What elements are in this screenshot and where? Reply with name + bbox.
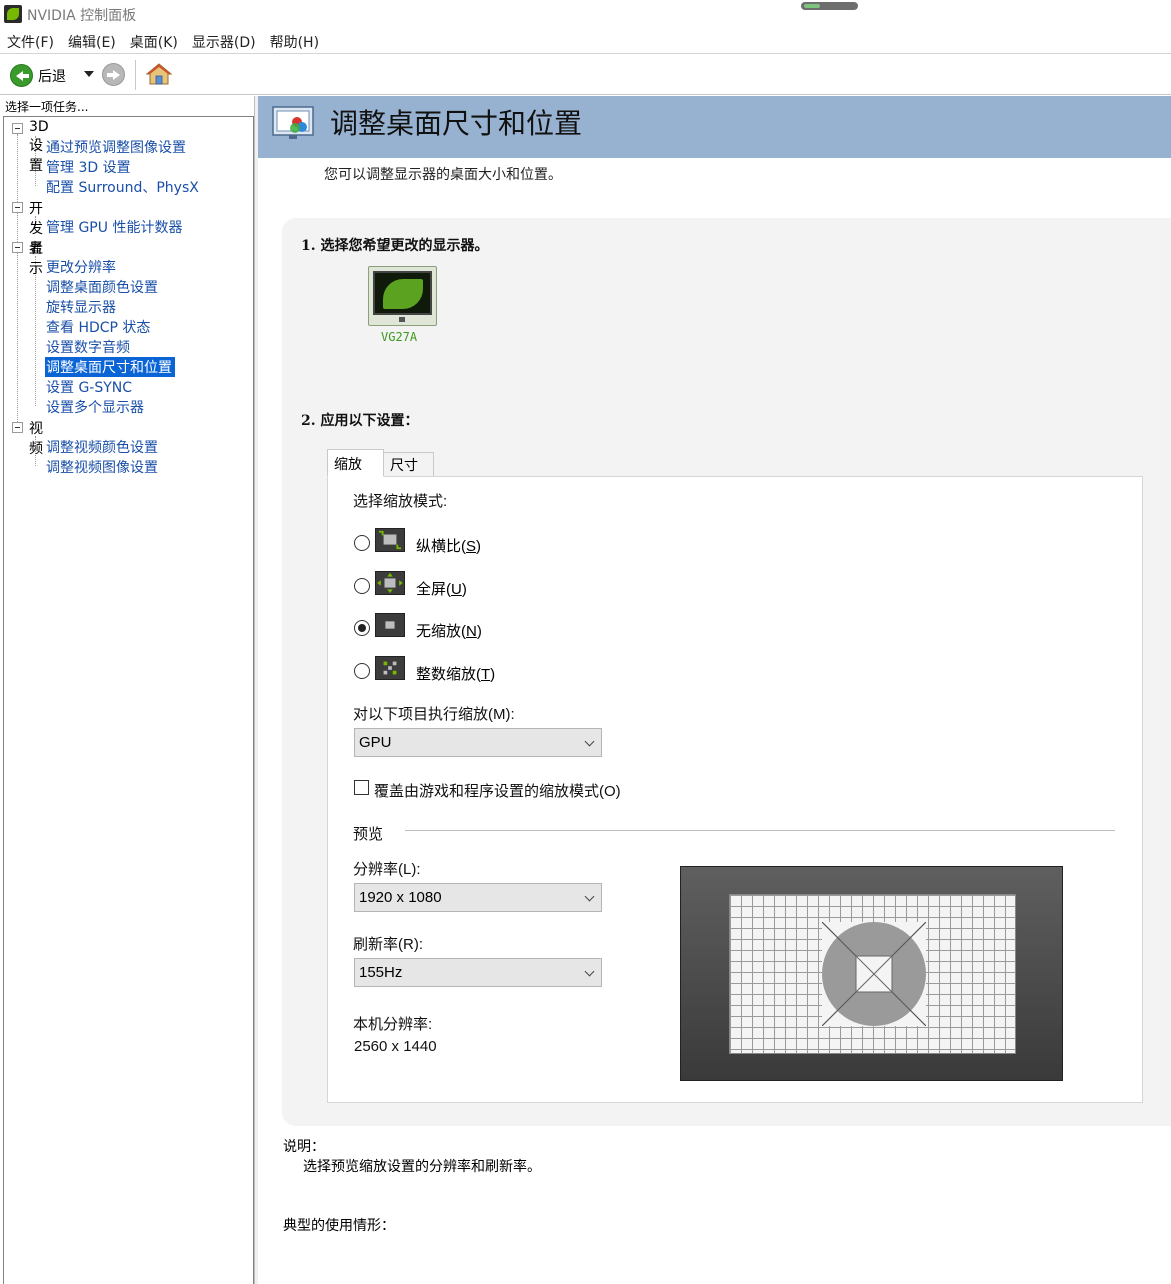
preview-test-circle <box>822 922 926 1026</box>
menu-file[interactable]: 文件(F) <box>7 32 54 52</box>
back-label: 后退 <box>38 68 66 85</box>
radio-aspect-ratio[interactable]: 纵横比(S) <box>353 528 513 558</box>
radio-aspect-ratio-button[interactable] <box>354 535 370 551</box>
task-adjust-image-preview[interactable]: 通过预览调整图像设置 <box>46 137 186 157</box>
task-manage-3d-settings[interactable]: 管理 3D 设置 <box>46 157 131 177</box>
radio-no-scaling-label: 无缩放(N) <box>416 623 482 640</box>
chevron-down-icon <box>584 736 595 747</box>
typical-usage-title: 典型的使用情形： <box>283 1218 395 1234</box>
monitor-name: VG27A <box>381 330 418 344</box>
window-title: NVIDIA 控制面板 <box>27 8 137 24</box>
display-selector-vg27a[interactable] <box>368 266 437 326</box>
toolbar-separator <box>135 60 136 90</box>
refresh-rate-label: 刷新率(R): <box>353 936 423 953</box>
task-manage-gpu-counters[interactable]: 管理 GPU 性能计数器 <box>46 217 182 237</box>
chevron-down-icon <box>584 891 595 902</box>
monitor-stand <box>399 317 405 322</box>
task-setup-gsync[interactable]: 设置 G-SYNC <box>46 377 132 397</box>
expander-video[interactable] <box>12 422 23 433</box>
override-scaling-checkbox[interactable] <box>354 780 369 795</box>
expander-developer[interactable] <box>12 202 23 213</box>
radio-aspect-ratio-label: 纵横比(S) <box>416 538 482 555</box>
scaling-preview <box>680 866 1063 1081</box>
expander-3d-settings[interactable] <box>12 123 23 134</box>
perform-scaling-value: GPU <box>359 734 392 751</box>
scaling-mode-label: 选择缩放模式: <box>353 493 448 510</box>
chevron-down-icon <box>584 966 595 977</box>
forward-button[interactable] <box>102 63 125 86</box>
perform-scaling-select[interactable]: GPU <box>354 728 602 757</box>
preview-section-label: 预览 <box>353 826 384 843</box>
aspect-ratio-icon <box>375 528 405 552</box>
step2-label: 2. 应用以下设置： <box>301 413 419 429</box>
menu-help[interactable]: 帮助(H) <box>270 32 319 52</box>
radio-fullscreen[interactable]: 全屏(U) <box>353 571 513 601</box>
task-digital-audio[interactable]: 设置数字音频 <box>46 337 130 357</box>
radio-no-scaling[interactable]: 无缩放(N) <box>353 613 513 643</box>
task-tree-panel: 3D 设置 通过预览调整图像设置 管理 3D 设置 配置 Surround、Ph… <box>3 116 254 1284</box>
resolution-label: 分辨率(L): <box>353 861 421 878</box>
desktop-size-page-icon <box>272 106 314 139</box>
panel-splitter[interactable] <box>254 96 258 1284</box>
menu-edit[interactable]: 编辑(E) <box>68 32 116 52</box>
toolbar: 后退 <box>0 55 1171 95</box>
preview-divider <box>405 830 1115 831</box>
fullscreen-icon <box>375 571 405 595</box>
refresh-rate-value: 155Hz <box>359 964 403 981</box>
task-video-color[interactable]: 调整视频颜色设置 <box>46 437 158 457</box>
radio-integer-scaling-button[interactable] <box>354 663 370 679</box>
override-scaling-label[interactable]: 覆盖由游戏和程序设置的缩放模式(O) <box>374 780 621 801</box>
tree-connector <box>35 256 36 406</box>
menu-bar: 文件(F) 编辑(E) 桌面(K) 显示器(D) 帮助(H) <box>0 30 1171 54</box>
radio-no-scaling-button[interactable] <box>354 620 370 636</box>
task-video-image[interactable]: 调整视频图像设置 <box>46 457 158 477</box>
note-text: 选择预览缩放设置的分辨率和刷新率。 <box>303 1159 541 1175</box>
back-history-dropdown-icon[interactable] <box>84 71 94 77</box>
tab-scaling[interactable]: 缩放 <box>327 449 384 477</box>
back-button[interactable]: 后退 <box>10 64 66 87</box>
task-panel-header: 选择一项任务... <box>5 100 89 114</box>
category-display[interactable]: 显示 <box>29 238 43 278</box>
monitor-icon <box>373 271 432 315</box>
menu-desktop[interactable]: 桌面(K) <box>130 32 178 52</box>
category-video[interactable]: 视频 <box>29 418 43 458</box>
window-drag-indicator <box>801 2 858 10</box>
title-bar: NVIDIA 控制面板 <box>0 0 1171 28</box>
radio-integer-scaling[interactable]: 整数缩放(T) <box>353 656 513 686</box>
tree-connector <box>17 134 18 428</box>
preview-test-pattern <box>729 894 1016 1054</box>
tab-size[interactable]: 尺寸 <box>383 452 434 477</box>
step1-label: 1. 选择您希望更改的显示器。 <box>301 238 489 254</box>
nvidia-app-icon <box>4 5 22 23</box>
task-configure-surround-physx[interactable]: 配置 Surround、PhysX <box>46 177 199 197</box>
nvidia-logo-icon <box>383 279 423 309</box>
task-change-resolution[interactable]: 更改分辨率 <box>46 257 116 277</box>
task-multiple-displays[interactable]: 设置多个显示器 <box>46 397 144 417</box>
resolution-select[interactable]: 1920 x 1080 <box>354 883 602 912</box>
refresh-rate-select[interactable]: 155Hz <box>354 958 602 987</box>
page-title: 调整桌面尺寸和位置 <box>330 107 583 140</box>
radio-fullscreen-button[interactable] <box>354 578 370 594</box>
menu-display[interactable]: 显示器(D) <box>192 32 256 52</box>
no-scaling-icon <box>375 613 405 637</box>
expander-display[interactable] <box>12 242 23 253</box>
page-description: 您可以调整显示器的桌面大小和位置。 <box>324 167 562 183</box>
radio-integer-scaling-label: 整数缩放(T) <box>416 666 496 683</box>
task-desktop-size-position[interactable]: 调整桌面尺寸和位置 <box>45 357 175 377</box>
integer-scaling-icon <box>375 656 405 680</box>
page-header-banner: 调整桌面尺寸和位置 <box>258 96 1171 158</box>
radio-fullscreen-label: 全屏(U) <box>416 581 467 598</box>
native-resolution-label: 本机分辨率: <box>353 1016 433 1033</box>
note-title: 说明： <box>283 1139 325 1155</box>
resolution-value: 1920 x 1080 <box>359 889 442 906</box>
task-hdcp-status[interactable]: 查看 HDCP 状态 <box>46 317 150 337</box>
task-desktop-color[interactable]: 调整桌面颜色设置 <box>46 277 158 297</box>
native-resolution-value: 2560 x 1440 <box>354 1038 437 1055</box>
back-arrow-icon <box>10 64 33 87</box>
perform-scaling-label: 对以下项目执行缩放(M): <box>353 706 515 723</box>
home-icon[interactable] <box>146 62 172 86</box>
task-rotate-display[interactable]: 旋转显示器 <box>46 297 116 317</box>
